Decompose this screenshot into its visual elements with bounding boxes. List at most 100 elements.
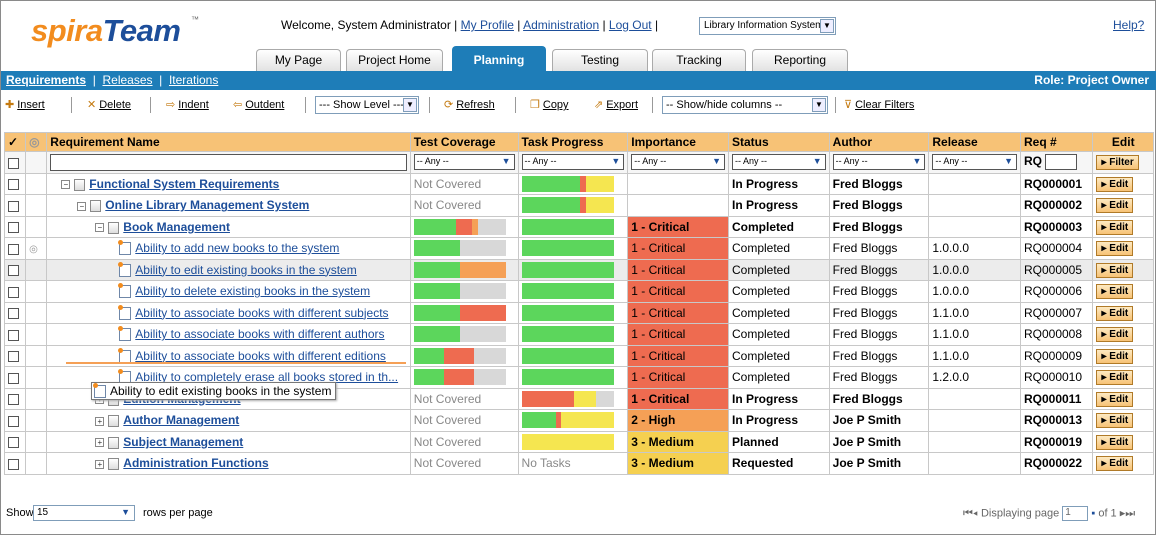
show-level-select[interactable]: --- Show Level --- ▼ [315,96,419,114]
table-row[interactable]: Ability to edit existing books in the sy… [3,258,1154,281]
col-importance[interactable]: Importance [627,132,729,152]
page-input[interactable]: 1 [1062,506,1089,521]
col-status[interactable]: Status [727,132,830,152]
requirement-link[interactable]: Online Library Management System [105,198,309,212]
row-checkbox[interactable] [8,458,19,470]
name-filter-input[interactable] [50,153,407,171]
collapse-icon[interactable]: − [95,223,105,233]
col-req-number[interactable]: Req # [1019,132,1094,152]
collapse-icon[interactable]: − [77,201,87,211]
row-checkbox[interactable] [8,179,19,191]
edit-button[interactable]: ▸ Edit [1096,241,1134,257]
edit-button[interactable]: ▸ Edit [1096,456,1134,472]
edit-button[interactable]: ▸ Edit [1096,348,1134,364]
clear-filters-button[interactable]: ⊽ Clear Filters [844,98,914,111]
req-filter-input[interactable] [1045,154,1078,171]
go-page-icon[interactable]: ▪ [1091,507,1095,519]
logout-link[interactable]: Log Out [609,18,652,32]
filter-button[interactable]: ▸ Filter [1096,155,1139,171]
copy-button[interactable]: ❐ Copy [530,98,569,111]
tab-planning[interactable]: Planning [452,46,546,71]
insert-button[interactable]: ✚ Insert [5,98,45,111]
row-checkbox[interactable] [8,222,19,234]
row-checkbox[interactable] [8,437,19,449]
requirement-link[interactable]: Ability to edit existing books in the sy… [135,263,356,277]
col-release[interactable]: Release [928,132,1021,152]
table-row[interactable]: + Subject Management Not Covered 3 - Medium… [3,430,1154,453]
requirement-link[interactable]: Ability to associate books with differen… [135,349,386,363]
expand-icon[interactable]: + [95,416,105,426]
table-row[interactable]: ◎ Ability to add new books to the system 1… [3,237,1154,260]
table-row[interactable]: + Administration Functions Not Covered No T… [3,452,1154,475]
select-all-checkbox[interactable] [8,157,19,169]
expand-icon[interactable]: + [95,438,105,448]
indent-button[interactable]: ⇨ Indent [166,98,209,111]
tab-my-page[interactable]: My Page [256,49,341,71]
requirement-link[interactable]: Ability to associate books with differen… [135,306,388,320]
requirement-link[interactable]: Book Management [123,220,230,234]
edit-button[interactable]: ▸ Edit [1096,434,1134,450]
row-checkbox[interactable] [8,351,19,363]
edit-button[interactable]: ▸ Edit [1096,284,1134,300]
requirement-link[interactable]: Functional System Requirements [89,177,279,191]
importance-filter-select[interactable]: -- Any -- ▼ [631,154,725,171]
tab-testing[interactable]: Testing [552,49,648,71]
col-author[interactable]: Author [828,132,930,152]
export-button[interactable]: ⇗ Export [594,98,638,111]
row-checkbox[interactable] [8,394,19,406]
col-task-progress[interactable]: Task Progress [517,132,629,152]
administration-link[interactable]: Administration [523,18,599,32]
project-select[interactable]: Library Information System ▼ [699,17,836,35]
col-test-coverage[interactable]: Test Coverage [409,132,519,152]
requirement-link[interactable]: Ability to delete existing books in the … [135,284,370,298]
edit-button[interactable]: ▸ Edit [1096,198,1134,214]
author-filter-select[interactable]: -- Any -- ▼ [832,154,926,171]
table-row[interactable]: Ability to associate books with differen… [3,301,1154,324]
row-checkbox[interactable] [8,286,19,298]
tab-reporting[interactable]: Reporting [752,49,848,71]
task-filter-select[interactable]: -- Any -- ▼ [521,154,625,171]
row-checkbox[interactable] [8,308,19,320]
row-checkbox[interactable] [8,265,19,277]
requirement-link[interactable]: Administration Functions [123,456,268,470]
edit-button[interactable]: ▸ Edit [1096,370,1134,386]
edit-button[interactable]: ▸ Edit [1096,391,1134,407]
row-checkbox[interactable] [8,372,19,384]
outdent-button[interactable]: ⇦ Outdent [233,98,284,111]
last-page-icon[interactable]: ⏭ [1125,507,1135,519]
show-hide-columns-select[interactable]: -- Show/hide columns -- ▼ [662,96,828,114]
my-profile-link[interactable]: My Profile [461,18,514,32]
collapse-icon[interactable]: − [61,180,71,190]
requirement-link[interactable]: Ability to associate books with differen… [135,327,384,341]
requirement-link[interactable]: Ability to add new books to the system [135,241,339,255]
edit-button[interactable]: ▸ Edit [1096,413,1134,429]
edit-button[interactable]: ▸ Edit [1096,219,1134,235]
table-row[interactable]: − Functional System Requirements Not Cover… [3,172,1154,195]
edit-button[interactable]: ▸ Edit [1096,176,1134,192]
tab-project-home[interactable]: Project Home [346,49,443,71]
subnav-requirements[interactable]: Requirements [6,73,86,87]
requirement-link[interactable]: Subject Management [123,435,243,449]
coverage-filter-select[interactable]: -- Any -- ▼ [413,154,515,171]
table-row[interactable]: + Author Management Not Covered 2 - High In … [3,409,1154,432]
subnav-iterations[interactable]: Iterations [169,73,218,87]
edit-button[interactable]: ▸ Edit [1096,262,1134,278]
delete-button[interactable]: ✕ Delete [87,98,131,111]
tab-tracking[interactable]: Tracking [652,49,746,71]
edit-button[interactable]: ▸ Edit [1096,305,1134,321]
table-row[interactable]: Ability to associate books with differen… [3,323,1154,346]
edit-button[interactable]: ▸ Edit [1096,327,1134,343]
row-checkbox[interactable] [8,329,19,341]
refresh-button[interactable]: ⟳ Refresh [444,98,495,111]
row-checkbox[interactable] [8,415,19,427]
help-link[interactable]: Help? [1113,18,1144,32]
subnav-releases[interactable]: Releases [102,73,152,87]
table-row[interactable]: − Online Library Management System Not Cov… [3,194,1154,217]
release-filter-select[interactable]: -- Any -- ▼ [932,154,1017,171]
requirement-link[interactable]: Author Management [123,413,239,427]
col-requirement-name[interactable]: Requirement Name [46,132,411,152]
select-all-checkmark-icon[interactable]: ✓ [3,132,27,152]
table-row[interactable]: Ability to delete existing books in the … [3,280,1154,303]
rows-per-page-select[interactable]: 15 ▼ [33,505,135,521]
row-checkbox[interactable] [8,243,19,255]
